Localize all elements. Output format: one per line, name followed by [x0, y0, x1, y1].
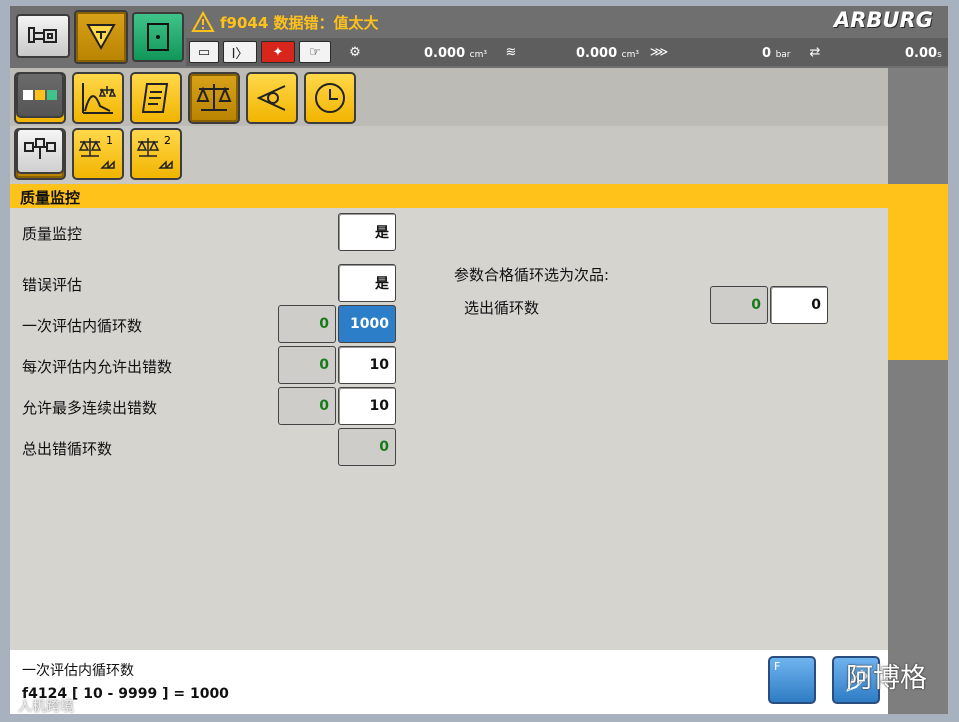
watermark-brand: 阿博格 [846, 663, 927, 694]
quality-monitor-select[interactable]: 是 [338, 213, 396, 251]
curve-scale-icon [80, 80, 116, 116]
injection-icon: ≋ [505, 44, 517, 60]
network-button[interactable] [16, 128, 64, 174]
network-icon [23, 137, 57, 165]
funnel-icon [84, 20, 118, 54]
scroll-icon [141, 81, 171, 115]
total-error-cycles-label: 总出错循环数 [22, 440, 113, 458]
section-title: 质量监控 [20, 189, 81, 207]
error-eval-select[interactable]: 是 [338, 264, 396, 302]
total-error-cycles-actual: 0 [338, 428, 396, 466]
arburg-logo: ARBURG [834, 8, 933, 32]
quality-monitor-label: 质量监控 [22, 225, 83, 243]
scale-tab-1[interactable]: 1 [72, 128, 124, 180]
volume2-readout: 0.000 cm³ [576, 46, 639, 61]
hand-mode-icon: ☞ [299, 41, 331, 63]
error-eval-label: 错误评估 [22, 276, 83, 294]
cycle-icon: ⇄ [809, 44, 821, 60]
scale-tab-2[interactable]: 2 [130, 128, 182, 180]
machine-overview-button[interactable] [16, 14, 70, 58]
layout-toggle-button[interactable] [16, 72, 64, 118]
clock-icon [313, 81, 347, 115]
scale-tab-2-number: 2 [164, 134, 171, 147]
reject-cycles-actual: 0 [710, 286, 768, 324]
function-key-icon: F [774, 660, 781, 673]
errors-allowed-actual: 0 [278, 346, 336, 384]
cycles-per-eval-label: 一次评估内循环数 [22, 317, 143, 335]
robot-alarm-icon: ✦ [261, 41, 295, 63]
mode-i-icon: I〉 [223, 41, 257, 63]
help-param-name: 一次评估内循环数 [22, 663, 134, 679]
volume1-readout: 0.000 cm³ [424, 46, 487, 61]
right-sidebar [888, 68, 948, 714]
door-button[interactable] [132, 12, 184, 62]
eye-angle-icon [255, 83, 289, 113]
card-reader-icon: ▭ [189, 41, 219, 63]
errors-allowed-input[interactable]: 10 [338, 346, 396, 384]
content-area [10, 208, 888, 650]
cycle-time-readout: 0.00s [905, 46, 942, 61]
watermark-left: 人机跨境 [18, 699, 74, 714]
machine-icon [26, 24, 60, 48]
layout-blocks-icon [22, 88, 58, 102]
quality-mode-button[interactable] [74, 10, 128, 64]
pressure-readout: 0 bar [762, 46, 791, 61]
pressure-icon: ⋙ [649, 44, 669, 60]
cycles-per-eval-actual: 0 [278, 305, 336, 343]
door-icon [145, 21, 171, 53]
warning-triangle-icon [191, 11, 215, 33]
reject-heading: 参数合格循环选为次品: [454, 266, 610, 284]
reject-cycles-input[interactable]: 0 [770, 286, 828, 324]
timer-button[interactable] [304, 72, 356, 124]
monitor-view-button[interactable] [246, 72, 298, 124]
max-consecutive-actual: 0 [278, 387, 336, 425]
help-panel [10, 650, 888, 714]
alarm-message[interactable]: f9044 数据错：值太大 [220, 12, 379, 33]
max-consecutive-label: 允许最多连续出错数 [22, 399, 158, 417]
section-header [10, 184, 888, 208]
quality-scale-button[interactable] [188, 72, 240, 124]
right-sidebar-highlight [888, 184, 948, 360]
scale-tab-1-number: 1 [106, 134, 113, 147]
curve-weight-button[interactable] [72, 72, 124, 124]
screw-icon: ⚙ [349, 44, 361, 60]
scale-icon [195, 81, 233, 115]
max-consecutive-input[interactable]: 10 [338, 387, 396, 425]
reject-cycles-label: 选出循环数 [464, 299, 540, 317]
machine-screen: f9044 数据错：值太大 ARBURG ▭ I〉 ✦ ☞ ⚙ 0.000 cm… [10, 6, 948, 714]
protocol-button[interactable] [130, 72, 182, 124]
function-key-button[interactable]: F [768, 656, 816, 704]
errors-allowed-label: 每次评估内允许出错数 [22, 358, 173, 376]
cycles-per-eval-input[interactable]: 1000 [338, 305, 396, 343]
